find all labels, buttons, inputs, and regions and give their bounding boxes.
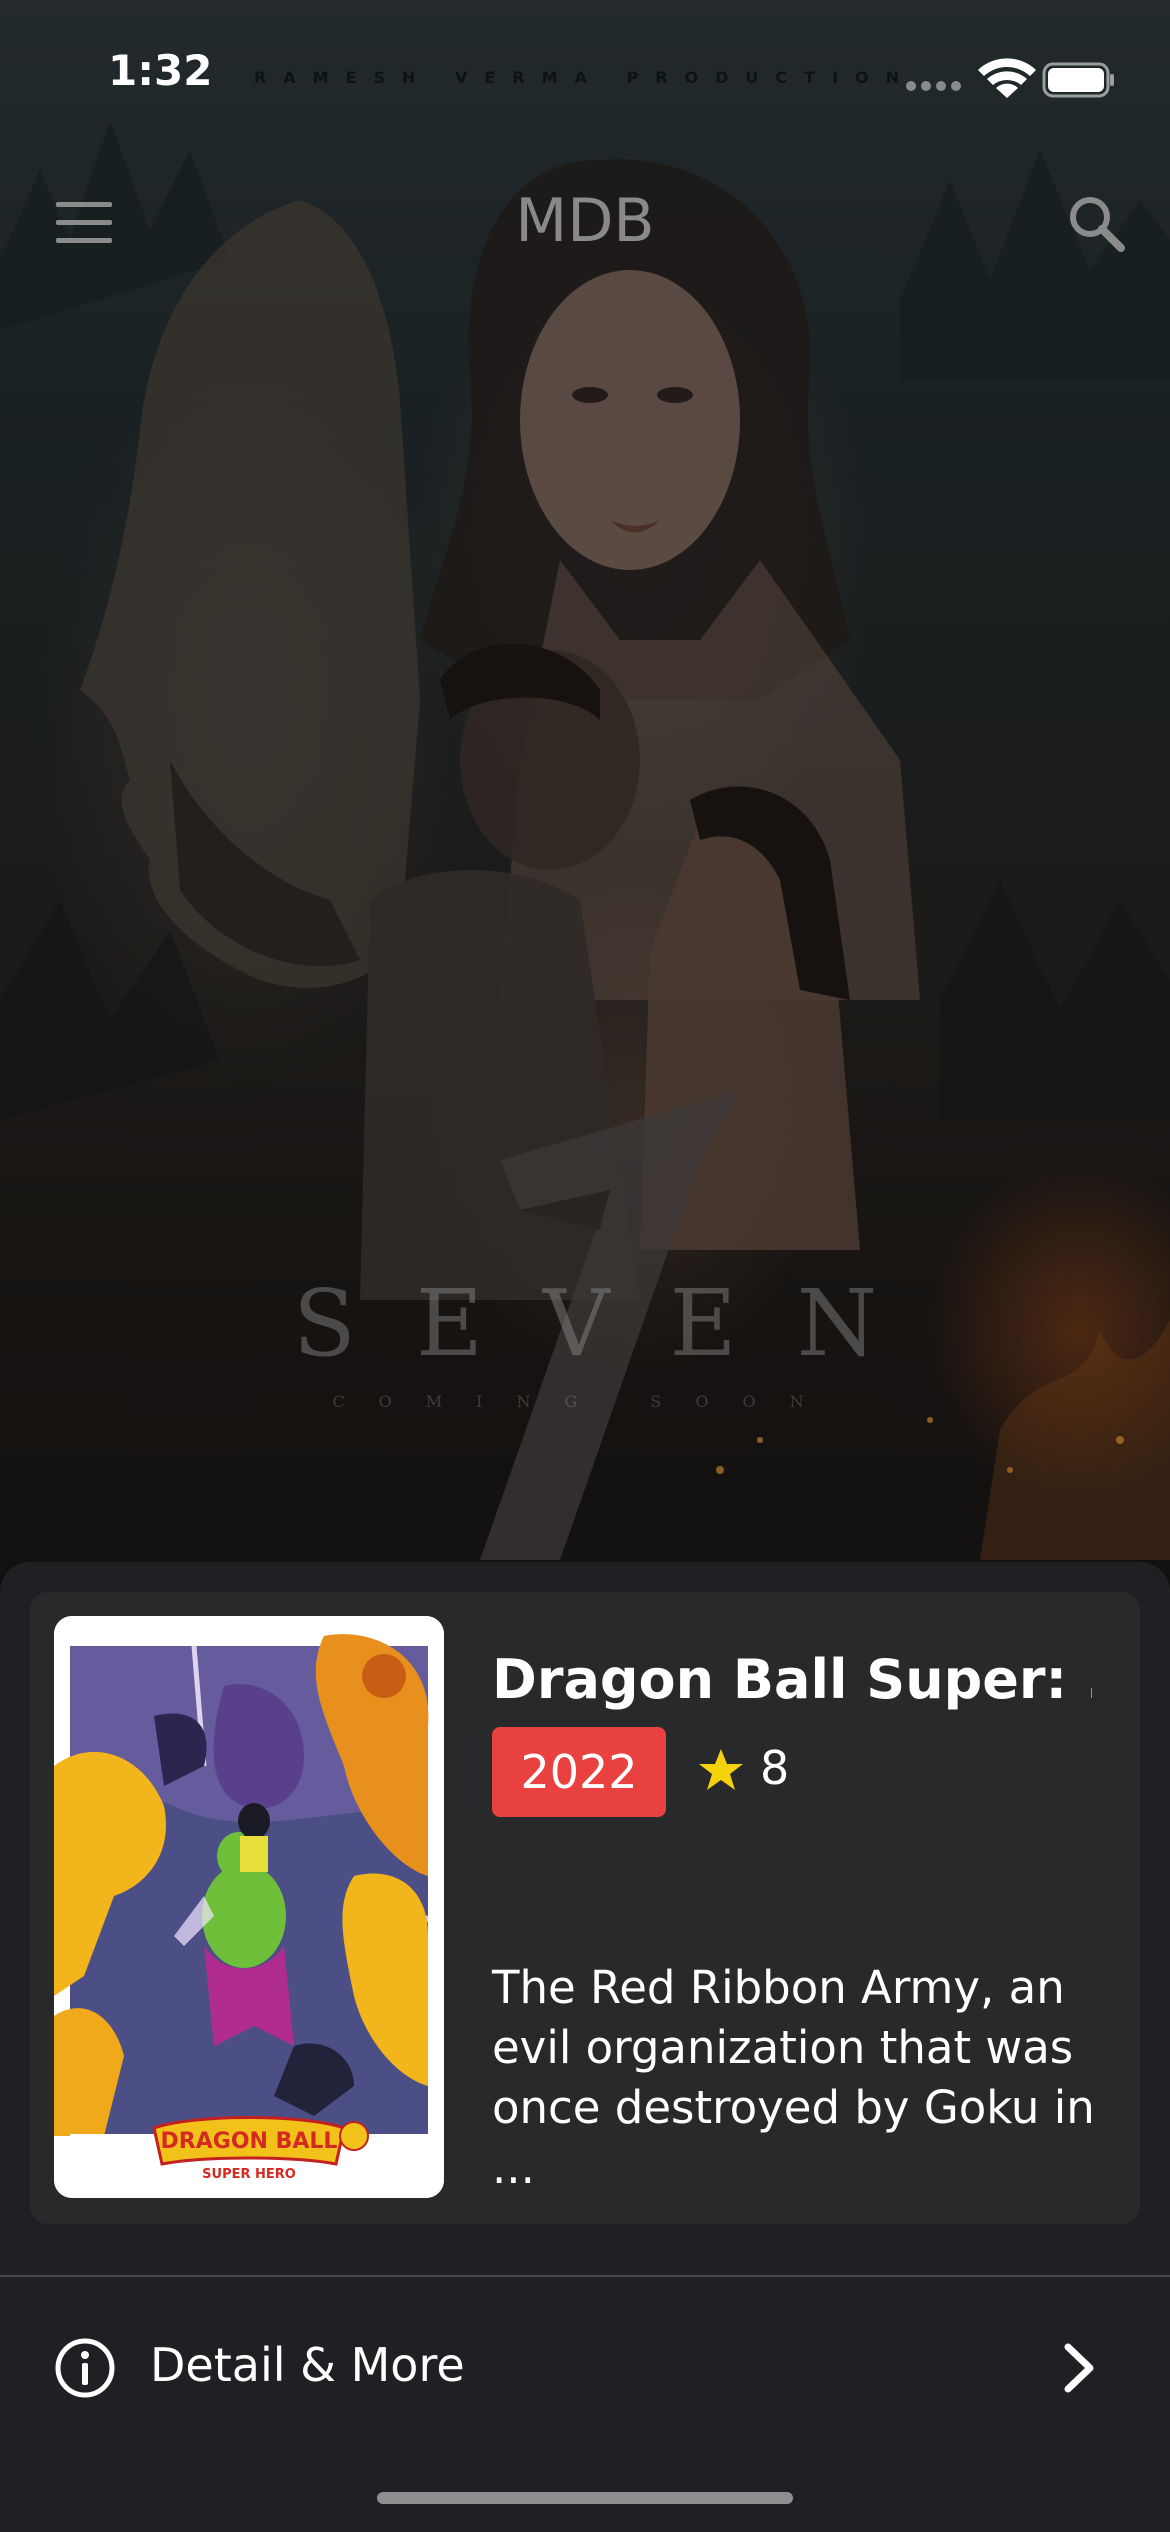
- chevron-right-icon: [1064, 2343, 1094, 2393]
- signal-dots-icon: [906, 81, 961, 91]
- poster-logo-main: DRAGON BALL: [161, 2129, 338, 2154]
- poster-logo-sub: SUPER HERO: [202, 2167, 296, 2182]
- hero-movie-title: SEVEN: [292, 1270, 938, 1377]
- star-icon: [699, 1749, 743, 1790]
- wifi-icon: [978, 58, 1036, 98]
- info-icon: [55, 2338, 115, 2398]
- status-bar-icons: [905, 52, 1115, 106]
- home-indicator[interactable]: [377, 2492, 793, 2504]
- movie-poster[interactable]: DRAGON BALL SUPER HERO: [54, 1616, 444, 2198]
- app-title: MDB: [515, 186, 655, 256]
- rating-value: 8: [760, 1741, 790, 1795]
- year-badge: 2022: [492, 1727, 666, 1817]
- battery-icon: [1042, 62, 1114, 98]
- poster-artwork: DRAGON BALL SUPER HERO: [54, 1616, 444, 2198]
- movie-title: Dragon Ball Super: ...: [492, 1648, 1092, 1711]
- hero-subtitle: COMING SOON: [332, 1392, 838, 1411]
- movie-overview: The Red Ribbon Army, an evil organizatio…: [492, 1961, 1095, 2194]
- search-icon[interactable]: [1066, 193, 1126, 253]
- detail-more-label: Detail & More: [150, 2338, 465, 2392]
- status-bar-time: 1:32: [108, 46, 213, 95]
